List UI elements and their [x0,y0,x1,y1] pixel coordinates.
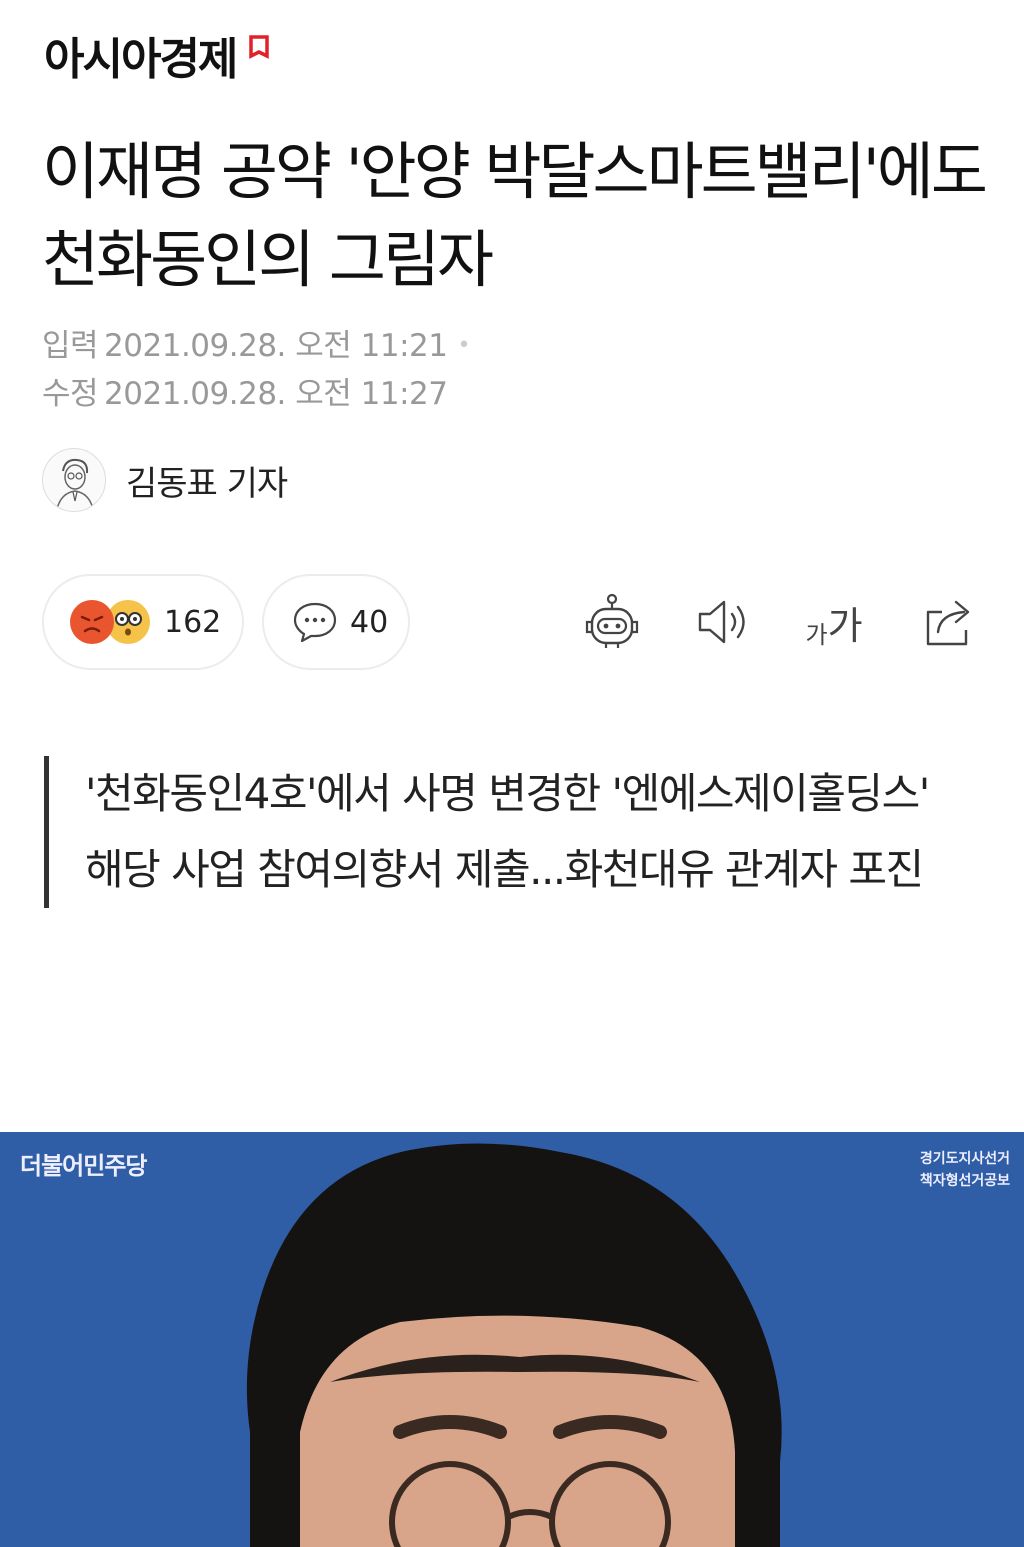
published-value: 2021.09.28. 오전 11:21 [104,328,448,364]
candidate-portrait-image [246,1143,782,1547]
subtitle-line: 해당 사업 참여의향서 제출...화천대유 관계자 포진 [85,845,924,894]
modified-label: 수정 [42,376,99,412]
subtitle-line: '천화동인4호'에서 사명 변경한 '엔에스제이홀딩스' [85,769,930,818]
author-avatar[interactable] [42,448,106,512]
election-notice: 경기도지사선거 책자형선거공보 [919,1151,1010,1189]
brand-name: 아시아경제 [44,34,238,85]
author-portrait-icon [56,458,94,510]
comment-button[interactable]: 40 [262,574,410,670]
summary-bot-button[interactable] [582,592,642,652]
robot-summary-icon [585,593,639,648]
speaker-icon [698,600,745,644]
published-label: 입력 [42,328,99,364]
comment-count: 40 [350,604,389,640]
article-photo[interactable]: 더불어민주당 경기도지사선거 책자형선거공보 [0,1132,1024,1547]
font-size-icon: 가 가 [805,603,863,649]
party-label: 더불어민주당 [20,1152,147,1180]
comment-bubble-icon [293,602,337,643]
author-name[interactable]: 김동표 기자 [126,456,288,505]
brand-mark-icon [249,35,270,59]
separator-dot: • [457,333,470,358]
brand-logo[interactable]: 아시아경제 [44,30,270,90]
share-icon [926,600,970,646]
author-byline[interactable]: 김동표 기자 [42,448,288,512]
published-date: 입력 2021.09.28. 오전 11:21 • [42,322,470,370]
modified-value: 2021.09.28. 오전 11:27 [104,376,448,412]
reaction-count: 162 [164,604,222,640]
article-action-bar: 162 40 가 가 [42,574,982,670]
article-headline: 이재명 공약 '안양 박달스마트밸리'에도 천화동인의 그림자 [42,135,988,296]
text-to-speech-button[interactable] [694,592,754,652]
share-button[interactable] [920,592,980,652]
modified-date: 수정 2021.09.28. 오전 11:27 [42,370,470,418]
font-size-button[interactable]: 가 가 [804,592,864,652]
reaction-button[interactable]: 162 [42,574,244,670]
article-subtitle: '천화동인4호'에서 사명 변경한 '엔에스제이홀딩스' 해당 사업 참여의향서… [44,756,944,908]
angry-emoji-icon [70,600,114,644]
article-dates: 입력 2021.09.28. 오전 11:21 • 수정 2021.09.28.… [42,322,470,418]
